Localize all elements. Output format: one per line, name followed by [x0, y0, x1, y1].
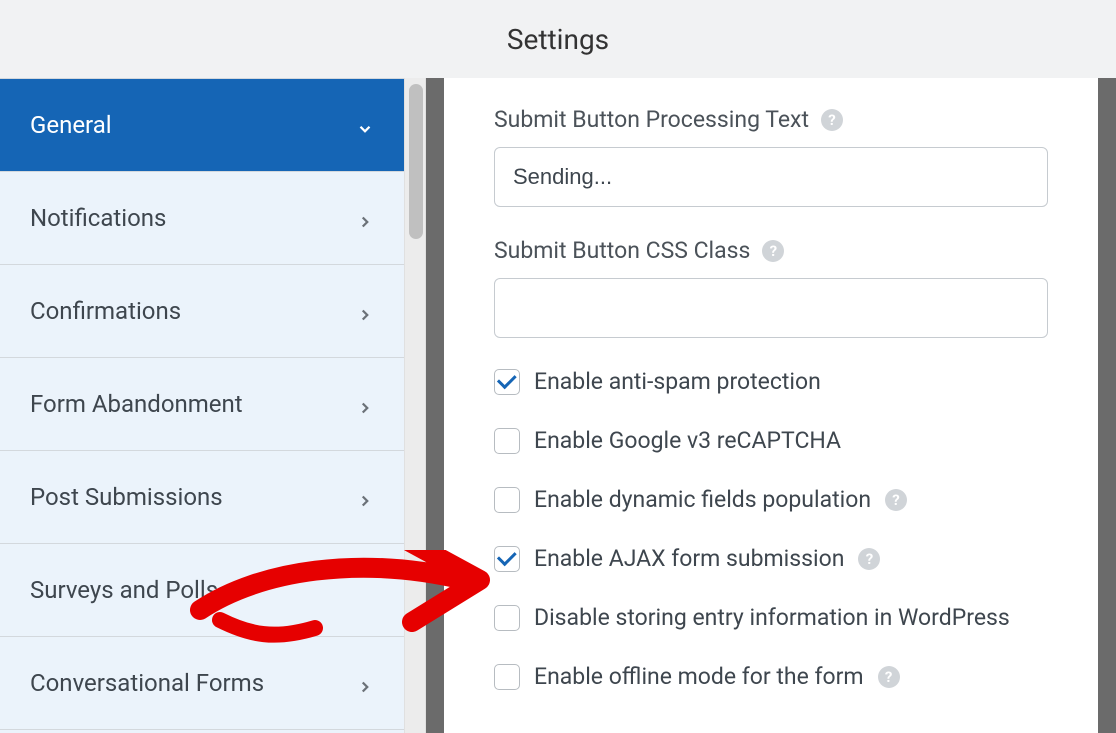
right-edge-bar — [1098, 78, 1116, 733]
chevron-right-icon — [356, 674, 374, 692]
css-class-group: Submit Button CSS Class ? — [494, 237, 1048, 338]
checkbox-offline-mode[interactable]: Enable offline mode for the form ? — [494, 663, 1048, 690]
chevron-right-icon — [356, 395, 374, 413]
sidebar-item-label: Form Abandonment — [30, 390, 243, 418]
help-icon[interactable]: ? — [858, 548, 880, 570]
sidebar-item-confirmations[interactable]: Confirmations — [0, 265, 404, 358]
checkbox-recaptcha[interactable]: Enable Google v3 reCAPTCHA — [494, 427, 1048, 454]
help-icon[interactable]: ? — [821, 109, 843, 131]
sidebar-scrollbar[interactable] — [404, 78, 426, 733]
processing-text-input[interactable] — [494, 147, 1048, 207]
chevron-right-icon — [356, 302, 374, 320]
settings-sidebar: General Notifications Confirmations Form… — [0, 78, 404, 733]
sidebar-item-surveys-polls[interactable]: Surveys and Polls — [0, 544, 404, 637]
checkbox-label: Disable storing entry information in Wor… — [534, 604, 1010, 631]
checkbox-input[interactable] — [494, 664, 520, 690]
checkbox-label: Enable AJAX form submission — [534, 545, 844, 572]
checkbox-disable-storing[interactable]: Disable storing entry information in Wor… — [494, 604, 1048, 631]
checkbox-label: Enable anti-spam protection — [534, 368, 821, 395]
checkbox-label: Enable Google v3 reCAPTCHA — [534, 427, 841, 454]
sidebar-item-post-submissions[interactable]: Post Submissions — [0, 451, 404, 544]
sidebar-item-notifications[interactable]: Notifications — [0, 172, 404, 265]
panel-divider — [426, 78, 444, 733]
checkbox-input[interactable] — [494, 487, 520, 513]
content-wrap: General Notifications Confirmations Form… — [0, 78, 1116, 733]
sidebar-item-label: Surveys and Polls — [30, 576, 218, 604]
page-title: Settings — [507, 23, 609, 56]
sidebar-item-general[interactable]: General — [0, 79, 404, 172]
sidebar-item-label: Conversational Forms — [30, 669, 264, 697]
processing-text-label: Submit Button Processing Text — [494, 106, 809, 133]
checkbox-input[interactable] — [494, 546, 520, 572]
checkbox-ajax-submission[interactable]: Enable AJAX form submission ? — [494, 545, 1048, 572]
help-icon[interactable]: ? — [885, 489, 907, 511]
checkbox-input[interactable] — [494, 428, 520, 454]
help-icon[interactable]: ? — [762, 240, 784, 262]
settings-main-panel: Submit Button Processing Text ? Submit B… — [444, 78, 1098, 733]
sidebar-item-form-abandonment[interactable]: Form Abandonment — [0, 358, 404, 451]
sidebar-item-label: Post Submissions — [30, 483, 223, 511]
scrollbar-thumb[interactable] — [409, 84, 423, 239]
checkbox-dynamic-fields[interactable]: Enable dynamic fields population ? — [494, 486, 1048, 513]
checkbox-input[interactable] — [494, 369, 520, 395]
sidebar-item-label: Confirmations — [30, 297, 181, 325]
checkbox-anti-spam[interactable]: Enable anti-spam protection — [494, 368, 1048, 395]
sidebar-item-conversational-forms[interactable]: Conversational Forms — [0, 637, 404, 730]
chevron-right-icon — [356, 209, 374, 227]
checkbox-label: Enable offline mode for the form — [534, 663, 864, 690]
chevron-down-icon — [356, 116, 374, 134]
css-class-input[interactable] — [494, 278, 1048, 338]
checkbox-label: Enable dynamic fields population — [534, 486, 871, 513]
page-header: Settings — [0, 0, 1116, 78]
help-icon[interactable]: ? — [878, 666, 900, 688]
chevron-right-icon — [356, 488, 374, 506]
sidebar-item-label: Notifications — [30, 204, 166, 232]
checkbox-input[interactable] — [494, 605, 520, 631]
css-class-label: Submit Button CSS Class — [494, 237, 750, 264]
sidebar-item-label: General — [30, 111, 112, 139]
processing-text-group: Submit Button Processing Text ? — [494, 106, 1048, 207]
